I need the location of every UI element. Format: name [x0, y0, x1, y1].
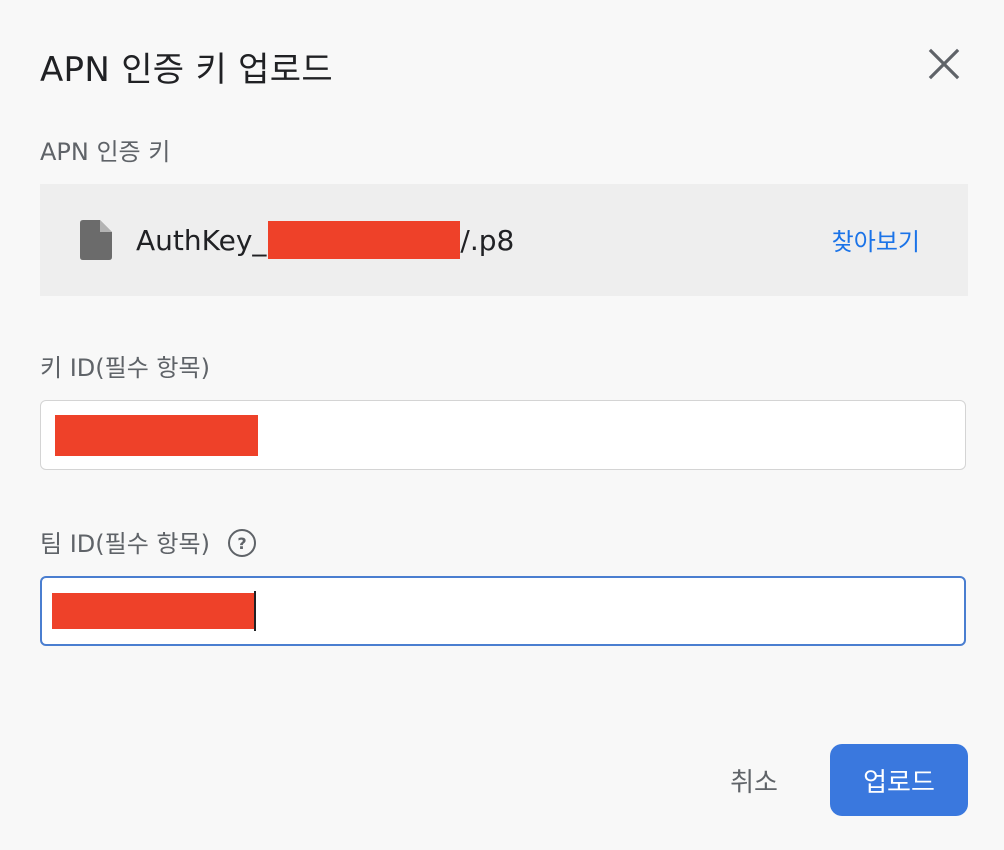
team-id-label: 팀 ID(필수 항목)	[40, 530, 210, 558]
apn-key-label: APN 인증 키	[40, 138, 171, 166]
upload-apn-key-dialog: APN 인증 키 업로드 APN 인증 키 AuthKey_ /.p8 찾아보기…	[0, 0, 1004, 850]
close-icon	[928, 48, 960, 80]
file-icon	[80, 220, 112, 260]
team-id-label-row: 팀 ID(필수 항목)?	[40, 524, 256, 559]
close-button[interactable]	[922, 42, 966, 86]
key-id-redaction	[55, 414, 258, 456]
key-id-value	[55, 401, 258, 469]
file-name: AuthKey_ /.p8	[136, 220, 514, 260]
file-name-suffix: /.p8	[460, 223, 515, 257]
file-name-prefix: AuthKey_	[136, 223, 267, 257]
text-cursor	[254, 591, 256, 631]
team-id-input[interactable]	[40, 576, 966, 646]
key-id-input[interactable]	[40, 400, 966, 470]
browse-link[interactable]: 찾아보기	[832, 222, 920, 257]
team-id-redaction	[52, 593, 256, 629]
cancel-button[interactable]: 취소	[716, 744, 792, 816]
upload-button[interactable]: 업로드	[830, 744, 968, 816]
team-id-value	[52, 578, 256, 644]
file-name-redaction	[268, 221, 461, 259]
help-icon[interactable]: ?	[227, 529, 256, 557]
dialog-title: APN 인증 키 업로드	[40, 50, 333, 90]
file-picker: AuthKey_ /.p8 찾아보기	[40, 184, 968, 296]
key-id-label: 키 ID(필수 항목)	[40, 354, 210, 382]
